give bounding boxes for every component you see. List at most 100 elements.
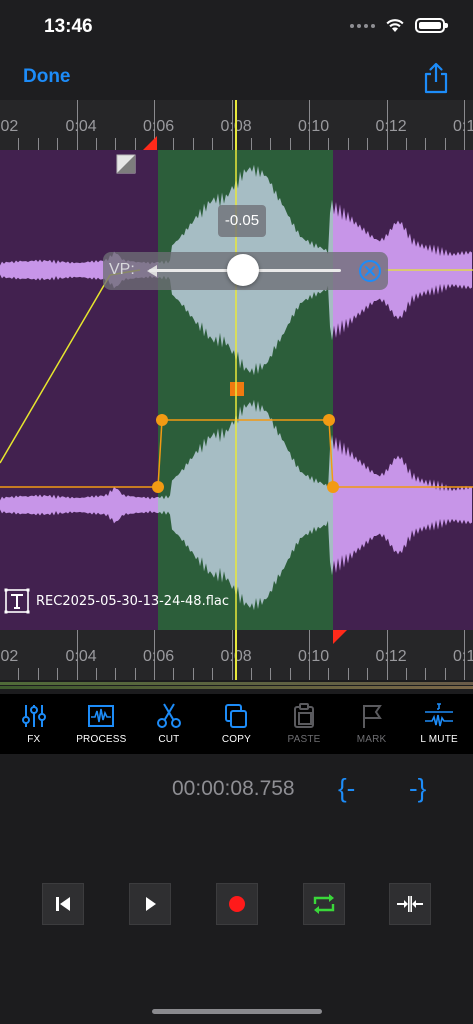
status-bar: 13:46 — [0, 0, 473, 56]
skip-to-start-icon — [56, 897, 70, 911]
vp-slider-thumb[interactable] — [227, 254, 259, 286]
left-mute-icon — [425, 703, 454, 727]
split-icon — [397, 896, 423, 912]
ruler-minor-tick — [270, 138, 272, 150]
ruler-time-label: 0:12 — [375, 118, 407, 135]
ruler-minor-tick — [270, 668, 272, 680]
mark-in-button[interactable]: {- — [338, 773, 355, 804]
ruler-minor-tick — [173, 668, 175, 680]
text-annotation-icon[interactable] — [4, 588, 30, 614]
file-badge: REC2025-05-30-13-24-48.flac — [4, 588, 229, 614]
ruler-minor-tick — [425, 138, 427, 150]
ruler-minor-tick — [18, 138, 20, 150]
ruler-minor-tick — [347, 138, 349, 150]
share-icon[interactable] — [421, 61, 451, 95]
copy-label: COPY — [221, 734, 252, 745]
ruler-minor-tick — [95, 138, 97, 150]
status-time: 13:46 — [44, 16, 93, 37]
envelope-handle[interactable] — [327, 481, 339, 493]
ruler-minor-tick — [367, 668, 369, 680]
mark-label: MARK — [356, 734, 387, 745]
envelope-handle[interactable] — [152, 481, 164, 493]
ruler-minor-tick — [250, 138, 252, 150]
ruler-minor-tick — [192, 668, 194, 680]
loop-icon — [313, 894, 335, 914]
copy-button[interactable]: COPY — [203, 694, 271, 754]
done-button[interactable]: Done — [23, 66, 71, 88]
ruler-time-label: 0:14 — [453, 648, 473, 665]
edit-toolbar: FX PROCESS CUT COPY PASTE MARK L MUTE — [0, 694, 473, 754]
envelope-handle[interactable] — [323, 414, 335, 426]
playhead-position: 00:00:08.758 — [172, 777, 295, 800]
ruler-time-label: 0:04 — [65, 648, 97, 665]
ruler-minor-tick — [115, 138, 117, 150]
ruler-minor-tick — [173, 138, 175, 150]
fx-button[interactable]: FX — [0, 694, 68, 754]
ruler-time-label: 0:12 — [375, 648, 407, 665]
ruler-minor-tick — [37, 138, 39, 150]
ruler-minor-tick — [134, 138, 136, 150]
ruler-minor-tick — [250, 668, 252, 680]
ruler-minor-tick — [405, 138, 407, 150]
ruler-time-label: 0:10 — [298, 648, 330, 665]
paste-label: PASTE — [287, 734, 321, 745]
ruler-minor-tick — [37, 668, 39, 680]
ruler-time-label: 0:10 — [298, 118, 330, 135]
paste-button[interactable]: PASTE — [270, 694, 338, 754]
ruler-time-label: 0:04 — [65, 118, 97, 135]
flag-icon — [362, 705, 382, 728]
ruler-minor-tick — [18, 668, 20, 680]
cellular-signal-icon — [350, 23, 375, 28]
left-mute-label: L MUTE — [420, 734, 458, 745]
wifi-icon — [386, 19, 404, 32]
selection-end-marker[interactable] — [333, 630, 349, 644]
skip-to-start-button[interactable] — [42, 883, 84, 925]
ruler-minor-tick — [405, 668, 407, 680]
timeline-ruler-bottom[interactable]: :020:040:060:080:100:120:14 — [0, 630, 473, 680]
cut-button[interactable]: CUT — [135, 694, 203, 754]
process-label: PROCESS — [76, 734, 127, 745]
ruler-minor-tick — [328, 668, 330, 680]
nav-bar: Done — [0, 56, 473, 100]
ruler-minor-tick — [134, 668, 136, 680]
ruler-minor-tick — [289, 138, 291, 150]
waveform-process-icon — [88, 705, 115, 727]
sliders-icon — [21, 705, 46, 727]
process-button[interactable]: PROCESS — [68, 694, 136, 754]
ruler-time-label: 0:14 — [453, 118, 473, 135]
paste-icon — [294, 703, 315, 728]
transport-controls — [0, 883, 473, 925]
crossfade-toggle-icon[interactable] — [116, 154, 136, 174]
mark-button[interactable]: MARK — [338, 694, 406, 754]
playhead-time-row: 00:00:08.758 {- -} — [0, 770, 473, 810]
file-name: REC2025-05-30-13-24-48.flac — [36, 593, 230, 609]
envelope-center-handle[interactable] — [230, 382, 244, 396]
play-button[interactable] — [129, 883, 171, 925]
playhead-line — [235, 630, 237, 680]
ruler-minor-tick — [57, 138, 59, 150]
copy-icon — [225, 704, 248, 728]
ruler-minor-tick — [425, 668, 427, 680]
ruler-minor-tick — [115, 668, 117, 680]
record-icon — [229, 896, 245, 912]
ruler-time-label: :02 — [0, 118, 19, 135]
envelope-handle[interactable] — [156, 414, 168, 426]
ruler-minor-tick — [212, 138, 214, 150]
selection-start-marker[interactable] — [143, 136, 159, 150]
mark-out-button[interactable]: -} — [409, 773, 426, 804]
overview-strip[interactable] — [0, 680, 473, 694]
left-mute-button[interactable]: L MUTE — [405, 694, 473, 754]
timeline-ruler-top[interactable]: :020:040:060:080:100:120:14 — [0, 100, 473, 150]
ruler-time-label: :02 — [0, 648, 19, 665]
record-button[interactable] — [216, 883, 258, 925]
ruler-time-label: 0:06 — [143, 118, 175, 135]
ruler-minor-tick — [192, 138, 194, 150]
play-icon — [146, 897, 156, 911]
split-button[interactable] — [389, 883, 431, 925]
cut-label: CUT — [158, 734, 180, 745]
ruler-minor-tick — [367, 138, 369, 150]
close-circle-icon[interactable] — [358, 259, 382, 283]
loop-button[interactable] — [303, 883, 345, 925]
vp-slider-panel: VP: — [103, 252, 388, 290]
ruler-minor-tick — [57, 668, 59, 680]
